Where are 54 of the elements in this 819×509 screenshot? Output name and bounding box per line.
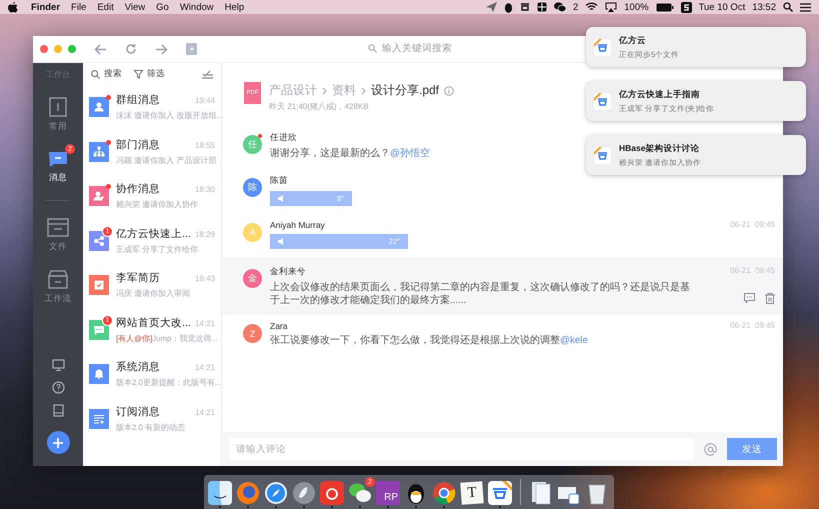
comment-field[interactable]: 请输入评论: [229, 438, 694, 460]
app-tile-icon[interactable]: RP: [376, 481, 400, 505]
notification-title: HBase架构设计讨论: [619, 142, 700, 154]
avatar: 陈: [243, 178, 262, 197]
conversation-time: 14:21: [194, 363, 215, 372]
sender-name: 任进欣: [270, 132, 298, 144]
conversation-time: 18:30: [194, 185, 215, 194]
app-tile-icon[interactable]: T: [460, 481, 484, 505]
search-button[interactable]: 搜索: [91, 68, 122, 80]
conversation-time: 14:21: [194, 408, 215, 417]
conversation-title: 协作消息: [116, 182, 160, 196]
app-menu[interactable]: Finder: [31, 2, 60, 12]
avatar: 金: [243, 268, 262, 288]
filter-button[interactable]: 筛选: [134, 68, 165, 80]
sender-name: 陈茵: [270, 174, 289, 187]
menubar-clock[interactable]: 13:52: [752, 2, 776, 12]
avatar: A: [243, 222, 262, 242]
file-details: 昨天 21:40(猪八戒)，428KB: [269, 101, 370, 112]
battery-percent: 100%: [624, 2, 649, 12]
conversation-title: 亿方云快速上...: [116, 226, 191, 241]
message-text: 上次会议修改的结果页面么，我记得第二章的内容是重复，这次确认修改了的吗？还是说只是基于上一次的修改才能确定我们的最终方案......: [270, 280, 691, 308]
message-text: 谢谢分享，这是最新的么？@孙悟空: [270, 147, 430, 161]
notification-count: 2: [572, 2, 578, 12]
avatar: 任: [243, 135, 262, 154]
menu-item[interactable]: Help: [224, 2, 244, 12]
menu-item[interactable]: Go: [156, 2, 169, 12]
sender-name: 金利来兮: [270, 266, 307, 278]
menu-item[interactable]: Window: [180, 2, 214, 12]
message-time: 06-21 09:45: [730, 220, 775, 229]
conversation-title: 群组消息: [116, 93, 160, 108]
conversation-time: 19:44: [194, 96, 215, 106]
menubar-date[interactable]: Tue 10 Oct: [698, 2, 746, 12]
message-time: 06-21 09:45: [730, 321, 775, 330]
menu-item[interactable]: View: [124, 2, 146, 12]
conversation-time: 18:55: [194, 140, 215, 150]
conversation-time: 14:21: [194, 318, 215, 328]
notification-title: 亿方云: [619, 34, 647, 46]
message-text: 张工说要修改一下，你看下怎么做，我觉得还是根据上次说的调整@kele: [270, 334, 588, 348]
message-item[interactable]: Z Zara 张工说要修改一下，你看下怎么做，我觉得还是根据上次说的调整@kele 06-21 09:45: [222, 315, 783, 356]
search-field[interactable]: 输入关键词搜索: [368, 43, 508, 54]
menu-item[interactable]: File: [71, 2, 86, 12]
conversation-time: 18:29: [194, 230, 215, 239]
conversation-time: 16:43: [194, 274, 215, 284]
conversation-title: 部门消息: [116, 138, 160, 152]
avatar: Z: [243, 324, 262, 344]
conversation-title: 系统消息: [116, 360, 160, 374]
conversation-title: 订阅消息: [116, 404, 160, 419]
menu-item[interactable]: Edit: [97, 2, 114, 12]
conversation-title: 网站首页大改...: [116, 316, 191, 330]
conversation-title: 李军简历: [116, 271, 160, 286]
sender-name: Zara: [270, 321, 288, 332]
sender-name: Aniyah Murray: [270, 220, 326, 230]
breadcrumb-item[interactable]: 设计分享.pdf: [371, 82, 440, 99]
notification-title: 亿方云快速上手指南: [619, 88, 701, 100]
